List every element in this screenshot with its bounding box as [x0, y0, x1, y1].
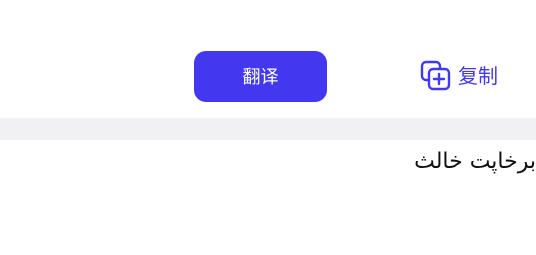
copy-icon	[418, 58, 454, 94]
translate-button[interactable]: 翻译	[194, 51, 327, 102]
translated-text: برخاپت خالث	[414, 149, 536, 174]
translation-panel: 翻译 复制 برخاپت خالث	[0, 0, 536, 255]
toolbar: 翻译 复制	[0, 0, 536, 118]
output-area[interactable]: برخاپت خالث	[0, 140, 536, 255]
section-divider	[0, 118, 536, 140]
copy-button[interactable]: 复制	[418, 58, 498, 94]
copy-label: 复制	[458, 64, 498, 88]
